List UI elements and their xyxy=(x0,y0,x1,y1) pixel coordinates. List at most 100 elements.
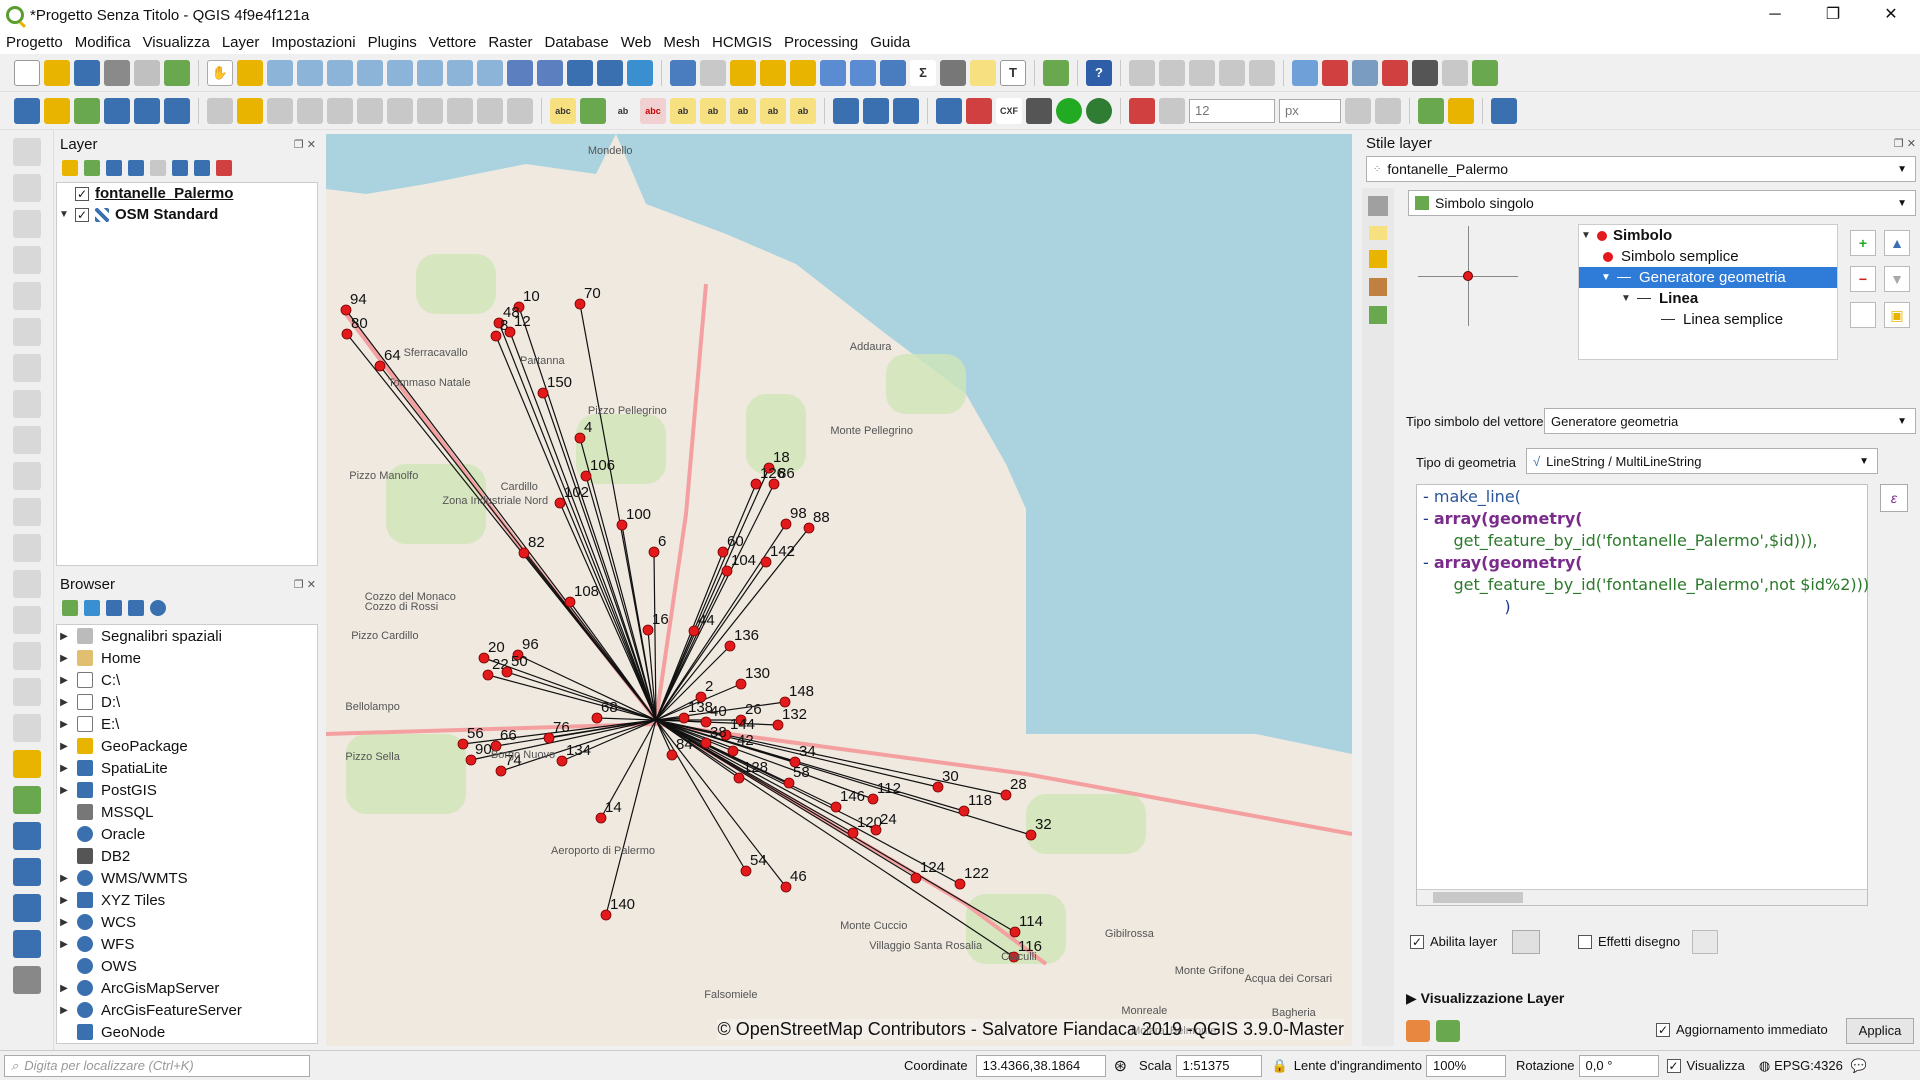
add-symbol-layer-button[interactable]: + xyxy=(1850,230,1876,256)
side-tool-18-icon[interactable] xyxy=(13,750,41,778)
label-move-icon[interactable]: ab xyxy=(670,97,696,124)
magnifier-field[interactable]: 100% xyxy=(1425,1054,1506,1077)
side-tool-gear-icon[interactable] xyxy=(13,966,41,994)
symbol-tree-item[interactable]: Simbolo semplice xyxy=(1579,246,1837,267)
digitize-icon-1[interactable] xyxy=(1129,59,1155,86)
side-tool-16-icon[interactable] xyxy=(13,678,41,706)
field-calculator-icon[interactable] xyxy=(850,59,876,86)
side-tool-14-icon[interactable] xyxy=(13,606,41,634)
xy-tool-icon[interactable] xyxy=(1442,59,1468,86)
menu-modifica[interactable]: Modifica xyxy=(69,34,137,51)
plugin-manager-icon[interactable] xyxy=(1043,59,1069,86)
add-csv-icon[interactable] xyxy=(74,97,100,124)
refresh-icon[interactable] xyxy=(627,59,653,86)
save-project-icon[interactable] xyxy=(74,59,100,86)
snap-icon[interactable] xyxy=(1159,97,1185,124)
pan-icon[interactable]: ✋ xyxy=(207,59,233,86)
digitize-icon-4[interactable] xyxy=(1219,59,1245,86)
delete-feature-icon[interactable] xyxy=(357,97,383,124)
data-defined-override-icon[interactable] xyxy=(1512,930,1540,954)
menu-raster[interactable]: Raster xyxy=(482,34,538,51)
browser-item[interactable]: ▶ GeoPackage xyxy=(57,735,317,757)
browser-item[interactable]: GeoNode xyxy=(57,1021,317,1043)
filter-expression-icon[interactable] xyxy=(150,160,166,176)
zoom-next-icon[interactable] xyxy=(477,59,503,86)
symbology-tab-icon[interactable] xyxy=(1368,196,1388,216)
geometry-expression-editor[interactable]: - make_line( - array(geometry( get_featu… xyxy=(1416,484,1869,906)
browser-item[interactable]: ▶ Home xyxy=(57,647,317,669)
redo-icon[interactable] xyxy=(507,97,533,124)
tools-icon[interactable] xyxy=(1448,97,1474,124)
layer-style-icon[interactable] xyxy=(62,160,78,176)
menu-mesh[interactable]: Mesh xyxy=(657,34,706,51)
labels-tab-icon[interactable] xyxy=(1369,226,1387,240)
zoom-native-icon[interactable] xyxy=(417,59,443,86)
render-checkbox[interactable]: ✓ xyxy=(1666,1058,1681,1073)
map-canvas[interactable]: 70 94 10 48 8 12 80 64 150 4 106 102 18 126 86 100 98 88 8… xyxy=(326,134,1352,1046)
show-bookmarks-icon[interactable] xyxy=(597,59,623,86)
print-layout-icon[interactable] xyxy=(134,59,160,86)
menu-impostazioni[interactable]: Impostazioni xyxy=(265,34,361,51)
browser-item[interactable]: ▶ SpatiaLite xyxy=(57,757,317,779)
browser-item[interactable]: ▶ Segnalibri spaziali xyxy=(57,625,317,647)
move-up-icon[interactable]: ▲ xyxy=(1884,230,1910,256)
cut-icon[interactable] xyxy=(387,97,413,124)
new-3d-view-icon[interactable] xyxy=(537,59,563,86)
add-raster-icon[interactable] xyxy=(44,97,70,124)
lock-icon[interactable]: ▣ xyxy=(1884,302,1910,328)
side-tool-21-icon[interactable] xyxy=(13,858,41,886)
apply-button[interactable]: Applica xyxy=(1846,1018,1914,1044)
symbol-tree-item[interactable]: ▼ Linea xyxy=(1579,288,1837,309)
move-down-icon[interactable]: ▼ xyxy=(1884,266,1910,292)
quickmap-icon[interactable] xyxy=(1322,59,1348,86)
expand-all-icon[interactable] xyxy=(172,160,188,176)
help-icon[interactable]: ? xyxy=(1086,59,1112,86)
symbol-type-select[interactable]: Generatore geometria ▼ xyxy=(1544,408,1916,434)
snap-unit-select[interactable]: px xyxy=(1279,98,1341,123)
side-tool-10-icon[interactable] xyxy=(13,462,41,490)
hcmgis-icon-2[interactable] xyxy=(863,97,889,124)
remove-symbol-layer-button[interactable]: − xyxy=(1850,266,1876,292)
label-rotate-icon[interactable]: ab xyxy=(730,97,756,124)
collapse-browser-icon[interactable] xyxy=(128,600,144,616)
coordinate-toggle-icon[interactable]: ⊛ xyxy=(1114,1056,1127,1076)
vertex-tool-icon[interactable] xyxy=(1472,59,1498,86)
zoom-full-icon[interactable] xyxy=(327,59,353,86)
zoom-to-layer-icon[interactable] xyxy=(387,59,413,86)
lock-scale-icon[interactable]: 🔒 xyxy=(1272,1058,1288,1074)
browser-item[interactable]: ▶ WMS/WMTS xyxy=(57,867,317,889)
effects-star-icon[interactable] xyxy=(1692,930,1718,954)
select-by-value-icon[interactable] xyxy=(760,59,786,86)
browser-item[interactable]: ▶ ArcGisFeatureServer xyxy=(57,999,317,1021)
layer-visibility-checkbox[interactable]: ✓ xyxy=(75,186,89,201)
manage-map-themes-icon[interactable] xyxy=(106,160,122,176)
identify-icon[interactable] xyxy=(670,59,696,86)
open-project-icon[interactable] xyxy=(44,59,70,86)
digitize-icon-5[interactable] xyxy=(1249,59,1275,86)
side-tool-12-icon[interactable] xyxy=(13,534,41,562)
toggle-editing-icon[interactable] xyxy=(237,97,263,124)
digitize-icon-3[interactable] xyxy=(1189,59,1215,86)
symbol-tree-item[interactable]: ▼ Simbolo xyxy=(1579,225,1837,246)
filter-legend-icon[interactable] xyxy=(128,160,144,176)
messages-icon[interactable]: 💬 xyxy=(1851,1058,1867,1074)
browser-item[interactable]: OWS xyxy=(57,955,317,977)
magnet-icon[interactable] xyxy=(1129,97,1155,124)
menu-plugins[interactable]: Plugins xyxy=(362,34,423,51)
panel-float-close-icon[interactable]: ❐ ✕ xyxy=(294,574,316,596)
browser-item[interactable]: ▶ XYZ Tiles xyxy=(57,889,317,911)
menu-processing[interactable]: Processing xyxy=(778,34,864,51)
hcmgis-icon-3[interactable] xyxy=(893,97,919,124)
maximize-button[interactable]: ❐ xyxy=(1804,0,1862,30)
menu-visualizza[interactable]: Visualizza xyxy=(137,34,216,51)
side-tool-6-icon[interactable] xyxy=(13,318,41,346)
symbol-tree-item[interactable]: Linea semplice xyxy=(1579,309,1837,330)
edit-pencil-icon[interactable] xyxy=(207,97,233,124)
copy-icon[interactable] xyxy=(417,97,443,124)
zoom-out-icon[interactable] xyxy=(297,59,323,86)
style-manager-icon[interactable] xyxy=(164,59,190,86)
save-as-icon[interactable] xyxy=(104,59,130,86)
panel-float-close-icon[interactable]: ❐ ✕ xyxy=(294,134,316,156)
new-map-view-icon[interactable] xyxy=(507,59,533,86)
side-tool-4-icon[interactable] xyxy=(13,246,41,274)
